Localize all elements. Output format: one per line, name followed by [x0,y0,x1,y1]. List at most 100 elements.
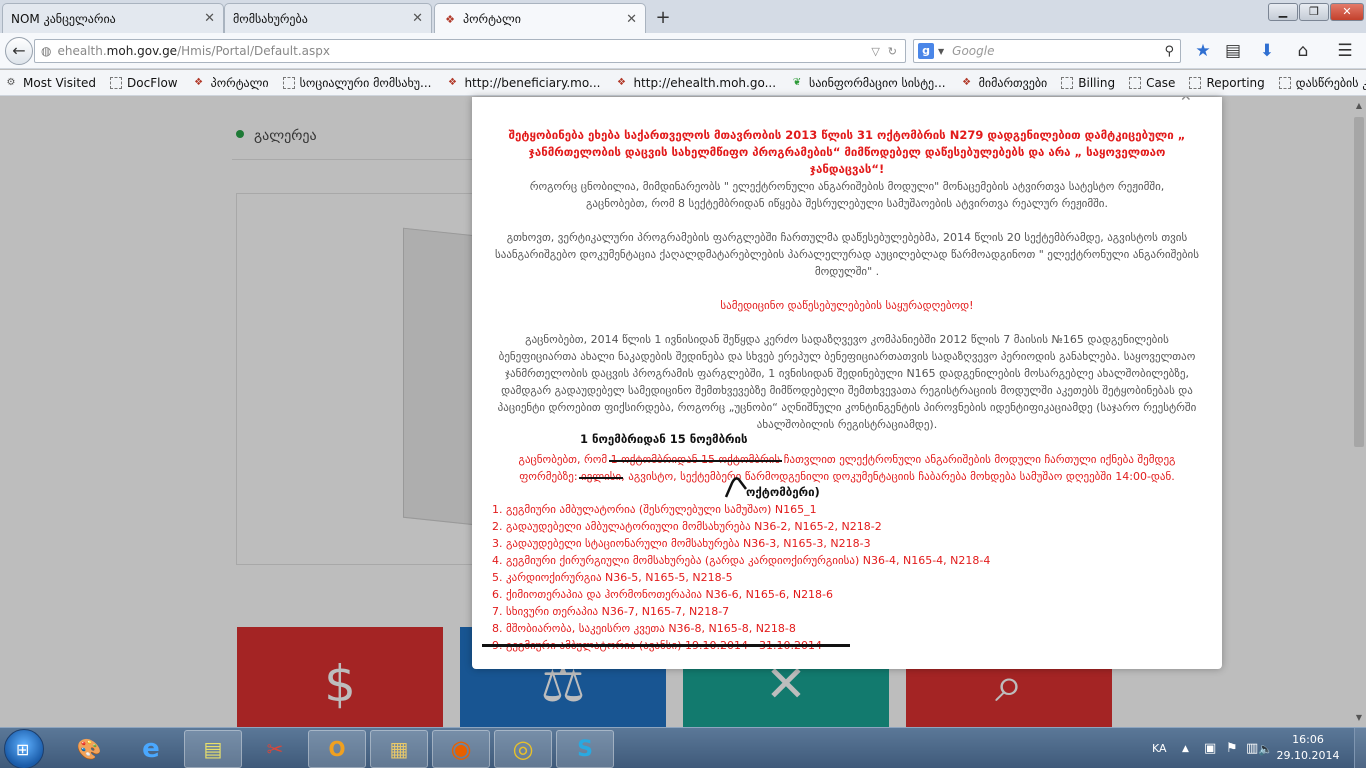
navigation-toolbar: ← ◍ ehealth.moh.gov.ge/Hmis/Portal/Defau… [0,33,1366,69]
chrome-icon: ◎ [512,735,534,763]
close-icon[interactable]: ✕ [1180,97,1192,105]
close-tab-icon[interactable]: ✕ [412,11,423,26]
bookmark-portal[interactable]: ❖ პორტალი [192,76,269,90]
page-icon [1189,76,1202,89]
network-icon[interactable]: ▥ [1246,728,1258,768]
close-window-button[interactable]: ✕ [1330,3,1364,21]
outlook-icon: O [328,737,346,761]
minimize-button[interactable]: ▁ [1268,3,1298,21]
list-item: 5. კარდიოქირურგია N36-5, N165-5, N218-5 [492,571,733,584]
close-tab-icon[interactable]: ✕ [204,11,215,26]
bookmark-ehealth[interactable]: ❖ http://ehealth.moh.go... [614,76,776,90]
tab-label: პორტალი [463,12,522,26]
page-icon [110,76,123,89]
taskbar-outlook[interactable]: O [308,730,366,768]
list-item: 1. გეგმიური ამბულატორია (შესრულებული სამ… [492,503,817,516]
search-bar[interactable]: g ▼ Google ⚲ [913,39,1181,63]
scissors-icon: ✂ [266,737,284,761]
bullet-icon [236,130,244,138]
tab-label: NOM კანცელარია [11,11,116,26]
downloads-icon[interactable]: ⬇ [1256,41,1278,61]
dropdown-arrow-icon[interactable]: ▽ [871,45,879,58]
page-icon [1129,76,1142,89]
language-indicator[interactable]: KA [1152,728,1167,768]
announcement-modal: ✕ შეტყობინება ეხება საქართველოს მთავრობი… [472,97,1222,669]
taskbar-chrome[interactable]: ◎ [494,730,552,768]
taskbar-firefox[interactable]: ◉ [432,730,490,768]
address-bar[interactable]: ◍ ehealth.moh.gov.ge/Hmis/Portal/Default… [34,39,906,63]
bookmark-star-icon[interactable]: ★ [1192,41,1214,61]
menu-icon[interactable]: ☰ [1334,41,1356,61]
tray-expand-icon[interactable]: ▲ [1182,728,1189,768]
bookmark-docflow[interactable]: DocFlow [110,76,178,90]
crest-icon: ❖ [194,77,204,88]
taskbar-skype[interactable]: S [556,730,614,768]
action-center-icon[interactable]: ⚑ [1226,728,1238,768]
list-item: 4. გეგმიური ქირურგიული მომსახურება (გარდ… [492,554,991,567]
list-item: 3. გადაუდებელი სტაციონარული მომსახურება … [492,537,871,550]
scroll-up-icon[interactable]: ▲ [1354,101,1364,111]
handwritten-correction-bottom: ოქტომბერი) [746,485,820,499]
modal-paragraph-1: როგორც ცნობილია, მიმდინარეობს " ელექტრონ… [529,180,1165,210]
taskbar-explorer[interactable]: ▦ [370,730,428,768]
google-icon[interactable]: g [918,43,934,59]
crest-icon: ❖ [616,77,626,88]
modal-paragraph-2: გთხოვთ, ვერტიკალური პროგრამების ფარგლებშ… [495,231,1199,278]
bookmark-case[interactable]: Case [1129,76,1175,90]
volume-icon[interactable]: 🔈 [1258,728,1273,768]
bookmark-reporting[interactable]: Reporting [1189,76,1265,90]
scroll-down-icon[interactable]: ▼ [1354,713,1364,723]
list-item: 8. მშობიარობა, საკეისრო კვეთა N36-8, N16… [492,622,796,635]
scrollbar-thumb[interactable] [1354,117,1364,447]
bookmark-social-service[interactable]: სოციალური მომსახუ... [282,76,431,90]
bookmark-beneficiary[interactable]: ❖ http://beneficiary.mo... [445,76,600,90]
windows-icon: ⊞ [16,740,30,759]
page-scrollbar[interactable]: ▲ ▼ [1352,97,1366,727]
home-icon[interactable]: ⌂ [1292,41,1314,61]
chevron-down-icon[interactable]: ▼ [938,47,944,56]
firefox-icon: ◉ [450,735,472,763]
gallery-panel[interactable] [236,193,523,565]
bookmark-attendance[interactable]: დასწრების კონტრო... [1278,76,1366,90]
taskbar: ⊞ 🎨 e ▤ ✂ O ▦ ◉ ◎ S KA ▲ ▣ ⚑ ▥ 🔈 16:06 2… [0,727,1366,768]
taskbar-paint[interactable]: 🎨 [60,730,118,768]
clock[interactable]: 16:06 29.10.2014 [1276,732,1340,764]
bookmark-info-system[interactable]: ❦ საინფორმაციო სისტე... [790,76,946,90]
bookmark-referrals[interactable]: ❖ მიმართვები [960,76,1047,90]
page-icon [1061,76,1074,89]
close-tab-icon[interactable]: ✕ [626,12,637,27]
bookmarks-toolbar: ⚙ Most Visited DocFlow ❖ პორტალი სოციალური… [0,70,1366,96]
paint-icon: 🎨 [76,737,102,761]
skype-icon: S [577,736,593,762]
handwritten-correction-top: 1 ნოემბრიდან 15 ნოემბრის [580,432,748,446]
reload-icon[interactable]: ↻ [888,45,897,58]
bookmark-billing[interactable]: Billing [1061,76,1115,90]
taskbar-snipping-tool[interactable]: ✂ [246,730,304,768]
strikethrough-line [482,644,850,647]
taskbar-sticky-notes[interactable]: ▤ [184,730,242,768]
gear-icon: ⚙ [6,77,16,88]
tab-portal[interactable]: ❖ პორტალი ✕ [434,3,646,34]
tab-bar: NOM კანცელარია ✕ მომსახურება ✕ ❖ პორტალი… [0,0,1366,34]
tab-service[interactable]: მომსახურება ✕ [224,3,432,33]
back-button[interactable]: ← [5,37,33,65]
new-tab-button[interactable]: + [652,7,674,28]
taskbar-internet-explorer[interactable]: e [122,730,180,768]
clock-time: 16:06 [1292,733,1324,746]
tab-label: მომსახურება [233,11,308,26]
bookmarks-list-icon[interactable]: ▤ [1222,41,1244,61]
money-bag-icon: $ [324,655,356,713]
struck-text: ივლისი [581,470,622,483]
clock-date: 29.10.2014 [1276,749,1340,762]
notification-icon[interactable]: ▣ [1204,728,1216,768]
start-button[interactable]: ⊞ [4,729,44,768]
internet-explorer-icon: e [142,734,160,764]
bookmark-most-visited[interactable]: ⚙ Most Visited [4,76,97,90]
tile-finance[interactable]: $ [237,627,443,727]
search-icon[interactable]: ⚲ [1164,44,1174,59]
tab-nom-chancellery[interactable]: NOM კანცელარია ✕ [2,3,224,33]
search-input[interactable]: Google [952,44,1164,58]
show-desktop-button[interactable] [1354,728,1366,768]
page-icon [282,76,295,89]
restore-button[interactable]: ❐ [1299,3,1329,21]
